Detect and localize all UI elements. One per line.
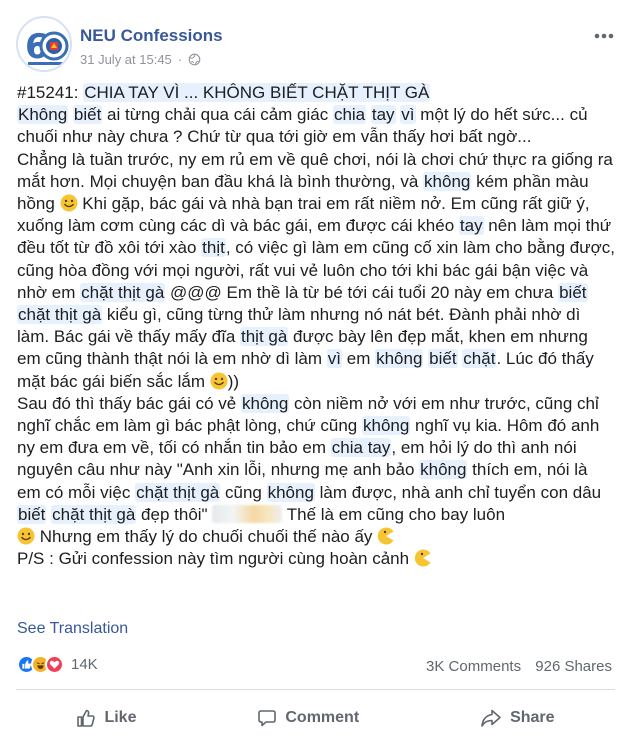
keyword-highlight[interactable]: không — [419, 460, 468, 480]
globe-icon[interactable] — [188, 53, 201, 66]
pacman-emoji-icon — [377, 527, 394, 545]
more-horizontal-icon[interactable] — [594, 22, 614, 45]
text-span: làm được, nhà anh chỉ tuyển con dâu — [314, 482, 602, 502]
keyword-highlight[interactable]: vì — [326, 349, 343, 369]
like-label: Like — [104, 709, 137, 726]
blurred-emoji-icon — [212, 504, 283, 523]
keyword-highlight[interactable]: vì — [400, 105, 416, 125]
paragraph-2: Chẳng là tuần trước, ny em rủ em về quê … — [17, 149, 615, 393]
hashtag-highlight[interactable]: CHIA TAY VÌ ... KHÔNG BIẾT CHẶT THỊT GÀ — [83, 83, 431, 102]
keyword-highlight[interactable]: không — [266, 482, 315, 502]
thumbs-up-icon — [77, 709, 96, 727]
love-react-icon — [45, 655, 64, 674]
text-span: )) — [227, 371, 240, 391]
share-button[interactable]: Share — [480, 698, 555, 738]
comment-icon — [258, 710, 277, 727]
smile-emoji-icon — [60, 194, 78, 212]
post-actions: Like Comment Share — [16, 698, 615, 738]
reaction-count[interactable]: 14K — [71, 656, 98, 673]
pacman-emoji-icon — [414, 549, 431, 567]
like-button[interactable]: Like — [76, 698, 136, 738]
keyword-highlight[interactable]: chia tay — [330, 438, 392, 458]
keyword-highlight[interactable]: tay — [458, 216, 484, 236]
post-meta: 31 July at 15:45 · — [80, 52, 201, 67]
comment-button[interactable]: Comment — [257, 698, 359, 738]
see-translation-link[interactable]: See Translation — [17, 620, 128, 638]
text-span: ai từng chải qua cái cảm giác — [102, 105, 333, 125]
post-title-line: #15241: CHIA TAY VÌ ... KHÔNG BIẾT CHẶT … — [17, 82, 615, 104]
share-label: Share — [510, 709, 555, 726]
keyword-highlight[interactable]: tay — [370, 105, 396, 125]
paragraph-3: Sau đó thì thấy bác gái có vẻ không còn … — [17, 393, 615, 548]
actions-divider — [16, 689, 615, 690]
keyword-highlight[interactable]: không — [375, 349, 424, 369]
text-span: Thế là em cũng cho bay luôn — [282, 504, 506, 524]
reaction-icons — [17, 655, 64, 674]
reactions-summary[interactable]: 14K — [17, 655, 98, 674]
smile-emoji-icon — [17, 527, 35, 545]
neu-60-logo-icon: 6 — [18, 18, 70, 70]
keyword-highlight[interactable]: Không — [17, 105, 69, 125]
keyword-highlight[interactable]: không — [423, 171, 472, 191]
paragraph-1: Không biết ai từng chải qua cái cảm giác… — [17, 104, 615, 148]
text-span: đẹp thôi" — [136, 504, 213, 524]
keyword-highlight[interactable]: chặt thịt gà — [135, 482, 221, 502]
page-avatar[interactable]: 6 — [16, 16, 72, 72]
keyword-highlight[interactable]: chặt thịt gà — [51, 504, 137, 524]
meta-separator: · — [177, 52, 183, 67]
keyword-highlight[interactable]: biết — [17, 504, 47, 524]
text-span: P/S : Gửi confession này tìm người cùng … — [17, 549, 414, 569]
keyword-highlight[interactable]: không — [361, 416, 411, 436]
shares-count[interactable]: 926 Shares — [535, 658, 612, 675]
post-timestamp[interactable]: 31 July at 15:45 — [80, 52, 172, 67]
keyword-highlight[interactable]: không — [240, 393, 290, 413]
text-span: em — [342, 349, 376, 369]
text-span: @@@ Em thề là từ bé tới cái tuổi 20 này … — [165, 282, 559, 302]
text-span: cũng — [220, 482, 267, 502]
text-span: Sau đó thì thấy bác gái có vẻ — [17, 393, 241, 413]
keyword-highlight[interactable]: biết — [72, 105, 103, 125]
keyword-highlight[interactable]: chặt thịt gà — [17, 305, 103, 325]
keyword-highlight[interactable]: biết — [558, 282, 588, 302]
smile-emoji-icon — [210, 372, 228, 390]
share-arrow-icon — [481, 709, 501, 727]
keyword-highlight[interactable]: biết — [428, 349, 458, 369]
keyword-highlight[interactable]: chia — [332, 105, 367, 125]
paragraph-ps: P/S : Gửi confession này tìm người cùng … — [17, 548, 615, 570]
keyword-highlight[interactable]: thịt gà — [240, 327, 289, 347]
post-header: 6 NEU Confessions 31 July at 15:45 · — [16, 14, 616, 74]
keyword-highlight[interactable]: chặt thịt gà — [80, 282, 166, 302]
keyword-highlight[interactable]: chặt — [462, 349, 497, 369]
comment-label: Comment — [285, 709, 360, 726]
page-name-link[interactable]: NEU Confessions — [80, 26, 223, 46]
post-body: #15241: CHIA TAY VÌ ... KHÔNG BIẾT CHẶT … — [17, 82, 615, 570]
post-stats: 3K Comments 926 Shares — [426, 658, 612, 675]
keyword-highlight[interactable]: thịt — [201, 238, 226, 258]
post-number: #15241: — [17, 83, 84, 102]
comments-count[interactable]: 3K Comments — [426, 658, 521, 675]
facebook-post: 6 NEU Confessions 31 July at 15:45 · #15… — [0, 0, 631, 741]
text-span: Nhưng em thấy lý do chuối chuối thế nào … — [35, 527, 378, 547]
